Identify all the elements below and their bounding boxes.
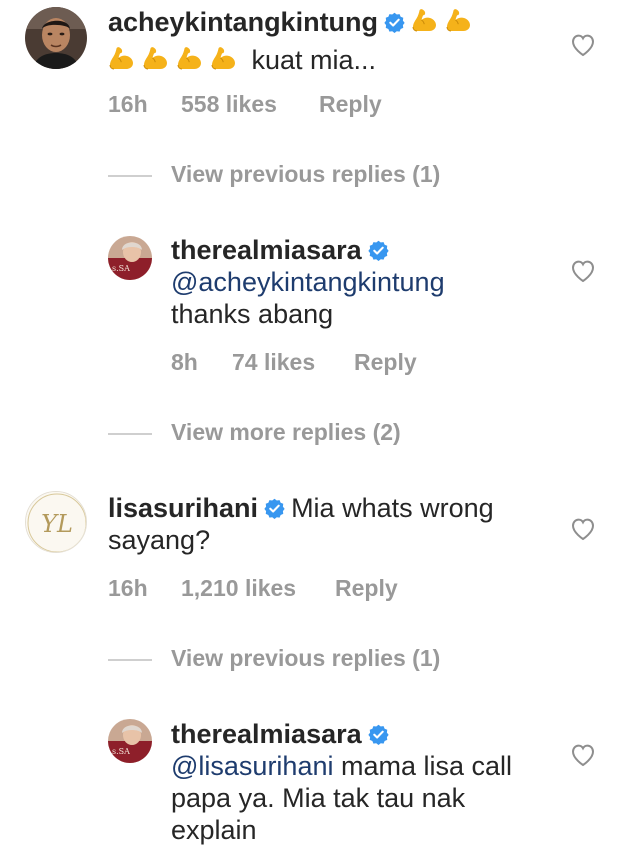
flexed-biceps-icon xyxy=(176,45,204,73)
avatar[interactable] xyxy=(25,7,87,69)
likes-count[interactable]: 1,210 likes xyxy=(181,575,296,602)
username[interactable]: acheykintangkintung xyxy=(108,7,378,37)
timestamp: 16h xyxy=(108,575,148,601)
reply-text-line3: explain xyxy=(171,815,257,845)
like-heart-icon[interactable] xyxy=(570,259,596,283)
avatar[interactable]: s.SA xyxy=(108,719,152,763)
username[interactable]: lisasurihani xyxy=(108,493,258,523)
username[interactable]: therealmiasara xyxy=(171,719,362,749)
woman-portrait-icon: s.SA xyxy=(108,236,152,280)
reply-button[interactable]: Reply xyxy=(319,91,382,118)
reply-text: thanks abang xyxy=(171,299,334,329)
woman-portrait-icon: s.SA xyxy=(108,719,152,763)
avatar-monogram: YL xyxy=(41,510,73,538)
reply-button[interactable]: Reply xyxy=(354,349,417,376)
comment-meta: 16h 558 likes Reply xyxy=(108,91,408,119)
reply-meta: 8h 74 likes Reply xyxy=(171,349,471,377)
divider xyxy=(108,659,152,661)
verified-badge-icon xyxy=(368,724,389,745)
verified-badge-icon xyxy=(264,498,285,519)
username[interactable]: therealmiasara xyxy=(171,235,362,265)
avatar[interactable]: s.SA xyxy=(108,236,152,280)
flexed-biceps-icon xyxy=(108,45,136,73)
toggle-label: View previous replies (1) xyxy=(171,645,441,671)
comment-body: acheykintangkintung xyxy=(108,6,479,38)
reply-body: therealmiasara @lisasurihani mama lisa c… xyxy=(171,718,571,846)
timestamp: 16h xyxy=(108,91,148,117)
divider xyxy=(108,175,152,177)
like-heart-icon[interactable] xyxy=(570,33,596,57)
flexed-biceps-icon xyxy=(210,45,238,73)
avatar[interactable]: YL xyxy=(25,491,87,553)
toggle-label: View previous replies (1) xyxy=(171,161,441,187)
mention-link[interactable]: @acheykintangkintung xyxy=(171,267,445,297)
view-previous-replies-button[interactable]: View previous replies (1) xyxy=(0,645,640,675)
reply-body: therealmiasara @acheykintangkintung than… xyxy=(171,234,571,330)
view-previous-replies-button[interactable]: View previous replies (1) xyxy=(0,161,640,191)
like-heart-icon[interactable] xyxy=(570,517,596,541)
likes-count[interactable]: 74 likes xyxy=(232,349,315,376)
likes-count[interactable]: 558 likes xyxy=(181,91,277,118)
comment-text-line2: sayang? xyxy=(108,525,211,555)
comment-meta: 16h 1,210 likes Reply xyxy=(108,575,428,603)
timestamp: 8h xyxy=(171,349,198,375)
comment-text-line1: Mia whats wrong xyxy=(291,493,494,523)
like-heart-icon[interactable] xyxy=(570,743,596,767)
svg-text:s.SA: s.SA xyxy=(112,747,130,756)
flexed-biceps-icon xyxy=(411,7,439,35)
toggle-label: View more replies (2) xyxy=(171,419,401,445)
mention-link[interactable]: @lisasurihani xyxy=(171,751,333,781)
view-more-replies-button[interactable]: View more replies (2) xyxy=(0,419,640,449)
reply-text-line1: mama lisa call xyxy=(333,751,513,781)
flexed-biceps-icon xyxy=(142,45,170,73)
verified-badge-icon xyxy=(384,12,405,33)
verified-badge-icon xyxy=(368,240,389,261)
reply-text-line2: papa ya. Mia tak tau nak xyxy=(171,783,466,813)
reply-button[interactable]: Reply xyxy=(335,575,398,602)
comment-body: lisasurihani Mia whats wrong sayang? xyxy=(108,492,548,556)
man-portrait-icon xyxy=(25,7,87,69)
svg-text:s.SA: s.SA xyxy=(112,264,130,273)
flexed-biceps-icon xyxy=(445,7,473,35)
yl-monogram-icon: YL xyxy=(26,492,86,552)
comment-text: kuat mia... xyxy=(251,45,377,75)
comment-body-line2: kuat mia... xyxy=(108,44,376,76)
divider xyxy=(108,433,152,435)
